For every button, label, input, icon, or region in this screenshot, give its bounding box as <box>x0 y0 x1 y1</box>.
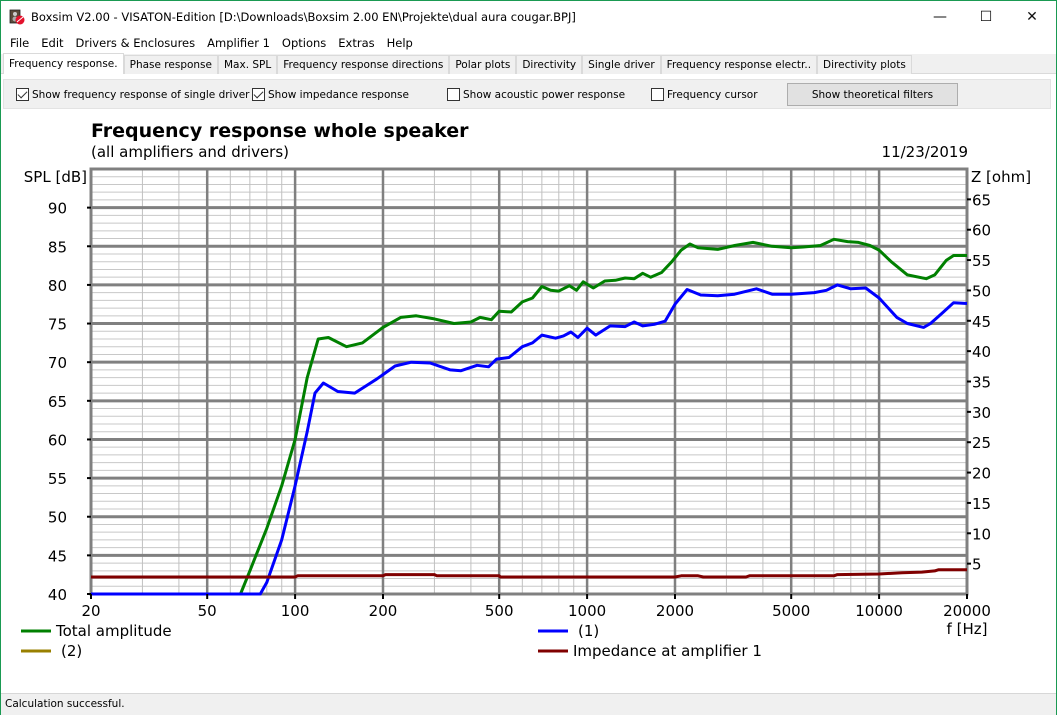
legend-label-1: (1) <box>578 622 599 640</box>
checkbox-box[interactable] <box>447 88 460 101</box>
tab-bar: Frequency response. Phase response Max. … <box>1 53 1056 74</box>
window-title: Boxsim V2.00 - VISATON-Edition [D:\Downl… <box>31 10 576 24</box>
chart-legend: Total amplitude (2) (1) Impedance at amplif… <box>21 622 762 660</box>
y2-tick-label: 10 <box>972 525 991 543</box>
frequency-response-chart: 40 45 50 55 60 65 70 75 80 85 90 5 10 15 20 25 30 35 40 45 5… <box>21 120 1031 660</box>
tab-phase-response[interactable]: Phase response <box>123 55 218 74</box>
x-tick-label: 10000 <box>855 602 903 620</box>
y-tick-label: 70 <box>48 354 67 372</box>
boxsim-app-icon <box>9 9 25 25</box>
y2-tick-label: 55 <box>972 252 991 270</box>
menu-help[interactable]: Help <box>381 36 419 50</box>
menu-edit[interactable]: Edit <box>35 36 69 50</box>
y-tick-label: 50 <box>48 509 67 527</box>
y2-tick-label: 30 <box>972 404 991 422</box>
y-tick-label: 65 <box>48 393 67 411</box>
tab-directivity-plots[interactable]: Directivity plots <box>817 55 912 74</box>
y2-axis-label: Z [ohm] <box>971 168 1031 186</box>
plot-frame <box>89 167 969 596</box>
legend-label-total-amplitude: Total amplitude <box>55 622 172 640</box>
checkbox-frequency-cursor[interactable]: Frequency cursor <box>651 88 758 101</box>
checkbox-box[interactable] <box>252 88 265 101</box>
legend-label-impedance-at-amplifier-1: Impedance at amplifier 1 <box>573 642 762 660</box>
x-tick-label: 1000 <box>568 602 606 620</box>
x-tick-label: 20 <box>81 602 100 620</box>
x-axis-label: f [Hz] <box>947 620 988 638</box>
y-tick-label: 90 <box>48 200 67 218</box>
y2-tick-label: 40 <box>972 343 991 361</box>
y-tick-label: 55 <box>48 470 67 488</box>
menu-extras[interactable]: Extras <box>332 36 380 50</box>
x-tick-label: 200 <box>369 602 398 620</box>
x-tick-label: 20000 <box>943 602 991 620</box>
y-axis-label: SPL [dB] <box>24 168 87 186</box>
show-theoretical-filters-button[interactable]: Show theoretical filters <box>787 83 958 106</box>
y-tick-label: 40 <box>48 586 67 604</box>
menu-amplifier-1[interactable]: Amplifier 1 <box>201 36 276 50</box>
tab-directivity[interactable]: Directivity <box>516 55 583 74</box>
status-text: Calculation successful. <box>5 698 125 710</box>
checkbox-label: Show acoustic power response <box>463 88 626 101</box>
maximize-button[interactable]: ☐ <box>963 1 1009 32</box>
chart-date: 11/23/2019 <box>882 143 968 161</box>
menu-bar: File Edit Drivers & Enclosures Amplifier… <box>1 32 1056 54</box>
tab-single-driver[interactable]: Single driver <box>582 55 661 74</box>
tab-frequency-response-directions[interactable]: Frequency response directions <box>277 55 450 74</box>
checkbox-label: Show impedance response <box>268 88 409 101</box>
x-tick-label: 50 <box>198 602 217 620</box>
checkbox-box[interactable] <box>16 88 29 101</box>
menu-options[interactable]: Options <box>276 36 332 50</box>
minimize-button[interactable]: — <box>917 1 963 32</box>
y-tick-label: 85 <box>48 238 67 256</box>
tab-frequency-response[interactable]: Frequency response. <box>3 53 124 74</box>
checkbox-label: Frequency cursor <box>667 88 758 101</box>
y2-tick-label: 20 <box>972 465 991 483</box>
y2-tick-label: 50 <box>972 282 991 300</box>
x-tick-label: 5000 <box>772 602 810 620</box>
y-tick-label: 60 <box>48 431 67 449</box>
x-tick-label: 500 <box>485 602 514 620</box>
x-tick-label: 2000 <box>656 602 694 620</box>
tab-frequency-response-electrical[interactable]: Frequency response electr.. <box>660 55 818 74</box>
x-tick-label: 100 <box>281 602 310 620</box>
y-tick-label: 80 <box>48 277 67 295</box>
tab-max-spl[interactable]: Max. SPL <box>218 55 278 74</box>
y-tick-label: 75 <box>48 316 67 334</box>
checkbox-impedance-response[interactable]: Show impedance response <box>252 88 409 101</box>
checkbox-acoustic-power[interactable]: Show acoustic power response <box>447 88 625 101</box>
options-toolbar: Show frequency response of single driver… <box>3 79 1051 109</box>
close-button[interactable]: ✕ <box>1009 1 1055 32</box>
y2-tick-label: 35 <box>972 374 991 392</box>
menu-file[interactable]: File <box>4 36 35 50</box>
y2-tick-label: 65 <box>972 191 991 209</box>
app-window: Boxsim V2.00 - VISATON-Edition [D:\Downl… <box>0 0 1057 715</box>
y-tick-label: 45 <box>48 547 67 565</box>
checkbox-label: Show frequency response of single driver <box>32 88 250 101</box>
y2-tick-label: 5 <box>972 556 982 574</box>
chart-subtitle: (all amplifiers and drivers) <box>91 143 289 161</box>
chart-grid <box>89 167 969 596</box>
chart-title: Frequency response whole speaker <box>91 120 469 142</box>
y2-tick-label: 25 <box>972 434 991 452</box>
checkbox-box[interactable] <box>651 88 664 101</box>
tab-polar-plots[interactable]: Polar plots <box>449 55 517 74</box>
legend-label-2: (2) <box>61 642 82 660</box>
checkbox-single-driver-response[interactable]: Show frequency response of single driver <box>16 88 249 101</box>
y2-tick-label: 15 <box>972 495 991 513</box>
y2-tick-label: 60 <box>972 222 991 240</box>
title-bar[interactable]: Boxsim V2.00 - VISATON-Edition [D:\Downl… <box>1 1 1056 32</box>
menu-drivers-enclosures[interactable]: Drivers & Enclosures <box>70 36 202 50</box>
y2-tick-label: 45 <box>972 313 991 331</box>
status-bar: Calculation successful. <box>1 693 1056 715</box>
chart-area: 40 45 50 55 60 65 70 75 80 85 90 5 10 15 20 25 30 35 40 45 5… <box>3 111 1053 691</box>
